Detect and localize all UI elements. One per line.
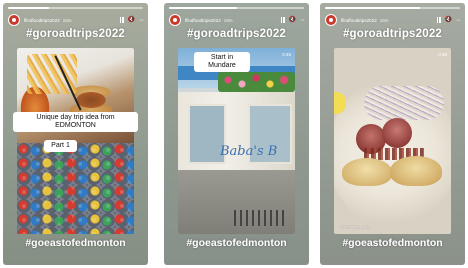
story-text-bubble: Unique day trip idea from EDMONTON xyxy=(13,112,138,132)
story-progress-fill xyxy=(325,7,420,9)
story-card-3[interactable]: ffindfoodtrips2022 19m 🔇 ··· #goroadtrip… xyxy=(320,3,465,265)
pause-icon[interactable] xyxy=(280,17,285,23)
story-photo: 0:36 @mundare_cafe xyxy=(334,48,451,234)
story-photo: Baba's B 0:45 xyxy=(178,48,295,234)
story-progress-bar xyxy=(325,7,460,9)
story-progress-fill xyxy=(169,7,237,9)
story-controls: 🔇 ··· xyxy=(436,17,461,24)
perogy-image xyxy=(342,158,392,186)
story-time: 19m xyxy=(223,17,233,23)
story-controls: 🔇 ··· xyxy=(119,17,144,24)
hashtag-bottom[interactable]: #goeastofedmonton xyxy=(164,237,309,249)
sausage-image xyxy=(382,118,412,148)
coleslaw-image xyxy=(364,86,444,120)
perogy-image xyxy=(390,156,442,186)
more-dots-icon[interactable]: ··· xyxy=(456,17,461,24)
story-header: ffindfoodtrips2022 19m 🔇 ··· xyxy=(8,12,144,28)
video-time: 0:45 xyxy=(282,52,291,57)
bench-image xyxy=(234,210,284,226)
story-username[interactable]: ffindfoodtrips2022 xyxy=(24,18,60,23)
hashtag-top[interactable]: #goroadtrips2022 xyxy=(164,28,309,40)
story-progress-bar xyxy=(169,7,304,9)
avatar-icon[interactable] xyxy=(8,14,20,26)
story-controls: 🔇 ··· xyxy=(280,17,305,24)
hashtag-bottom[interactable]: #goeastofedmonton xyxy=(3,237,148,249)
hashtag-bottom[interactable]: #goeastofedmonton xyxy=(320,237,465,249)
more-dots-icon[interactable]: ··· xyxy=(300,17,305,24)
story-username[interactable]: ffindfoodtrips2022 xyxy=(185,18,221,23)
pause-icon[interactable] xyxy=(119,17,124,23)
story-time: 19m xyxy=(62,17,72,23)
photo-credit[interactable]: @mundare_cafe xyxy=(340,224,370,229)
storefront-sign: Baba's B xyxy=(220,144,278,159)
more-dots-icon[interactable]: ··· xyxy=(139,17,144,24)
story-card-1[interactable]: ffindfoodtrips2022 19m 🔇 ··· #goroadtrip… xyxy=(3,3,148,265)
speaker-icon[interactable]: 🔇 xyxy=(445,17,452,23)
hashtag-top[interactable]: #goroadtrips2022 xyxy=(3,28,148,40)
story-progress-bar xyxy=(8,7,143,9)
story-header: ffindfoodtrips2022 19m 🔇 ··· xyxy=(325,12,461,28)
speaker-icon[interactable]: 🔇 xyxy=(128,17,135,23)
video-time: 0:36 xyxy=(438,52,447,57)
story-part-bubble: Part 1 xyxy=(44,140,77,152)
avatar-icon[interactable] xyxy=(169,14,181,26)
bottle-caps-image xyxy=(17,143,134,234)
flowers-image xyxy=(218,72,295,92)
avatar-icon[interactable] xyxy=(325,14,337,26)
speaker-icon[interactable]: 🔇 xyxy=(289,17,296,23)
story-progress-fill xyxy=(8,7,49,9)
pause-icon[interactable] xyxy=(436,17,441,23)
story-time: 19m xyxy=(379,17,389,23)
story-text-bubble: Start in Mundare xyxy=(194,52,250,72)
story-username[interactable]: ffindfoodtrips2022 xyxy=(341,18,377,23)
story-card-2[interactable]: ffindfoodtrips2022 19m 🔇 ··· #goroadtrip… xyxy=(164,3,309,265)
hashtag-top[interactable]: #goroadtrips2022 xyxy=(320,28,465,40)
story-header: ffindfoodtrips2022 19m 🔇 ··· xyxy=(169,12,305,28)
